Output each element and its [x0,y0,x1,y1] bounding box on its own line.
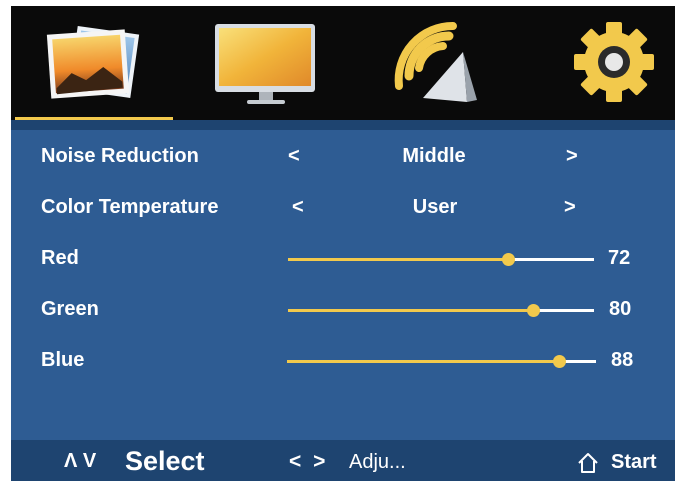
red-value: 72 [608,247,631,269]
noise-reduction-next-arrow[interactable]: > [566,145,578,168]
red-slider[interactable] [288,253,594,266]
noise-reduction-value: Middle [402,145,466,167]
green-row[interactable]: Green 80 [11,290,675,330]
tab-settings[interactable] [509,6,675,120]
tab-display[interactable] [177,6,343,120]
noise-reduction-label: Noise Reduction [41,145,199,167]
blue-slider[interactable] [287,355,596,368]
home-icon [578,453,598,473]
settings-panel: Noise Reduction < Middle > Color Tempera… [11,130,675,440]
start-hint: Start [611,451,657,473]
speaker-sound-icon [394,21,477,102]
red-slider-knob[interactable] [502,253,515,266]
color-temperature-next-arrow[interactable]: > [564,196,576,219]
tab-audio[interactable] [343,6,509,120]
noise-reduction-prev-arrow[interactable]: < [288,145,300,168]
green-slider[interactable] [288,304,594,317]
green-label: Green [41,298,99,320]
color-temperature-prev-arrow[interactable]: < [292,196,304,219]
green-slider-knob[interactable] [527,304,540,317]
up-down-arrows-icon: Λ V [64,450,97,472]
noise-reduction-row[interactable]: Noise Reduction < Middle > [11,137,675,177]
tab-bar [11,6,675,120]
left-right-arrows-icon: < > [289,450,326,473]
blue-slider-fill [287,360,559,363]
color-temperature-row[interactable]: Color Temperature < User > [11,188,675,228]
tab-picture[interactable] [11,6,177,120]
color-temperature-label: Color Temperature [41,196,219,218]
monitor-icon [215,24,315,104]
select-hint: Select [125,446,205,476]
picture-photos-icon [46,25,140,99]
blue-row[interactable]: Blue 88 [11,341,675,381]
red-slider-fill [288,258,508,261]
active-tab-indicator [15,117,173,120]
green-slider-fill [288,309,533,312]
green-value: 80 [609,298,632,320]
blue-value: 88 [611,349,634,371]
adjust-hint: Adju... [349,451,406,473]
red-label: Red [41,247,79,269]
blue-slider-knob[interactable] [553,355,566,368]
footer-hint-bar: Λ V Select < > Adju... Start [11,440,675,481]
gear-icon [574,22,654,102]
blue-label: Blue [41,349,85,371]
osd-menu: Noise Reduction < Middle > Color Tempera… [11,6,675,481]
red-row[interactable]: Red 72 [11,239,675,279]
color-temperature-value: User [412,196,458,218]
